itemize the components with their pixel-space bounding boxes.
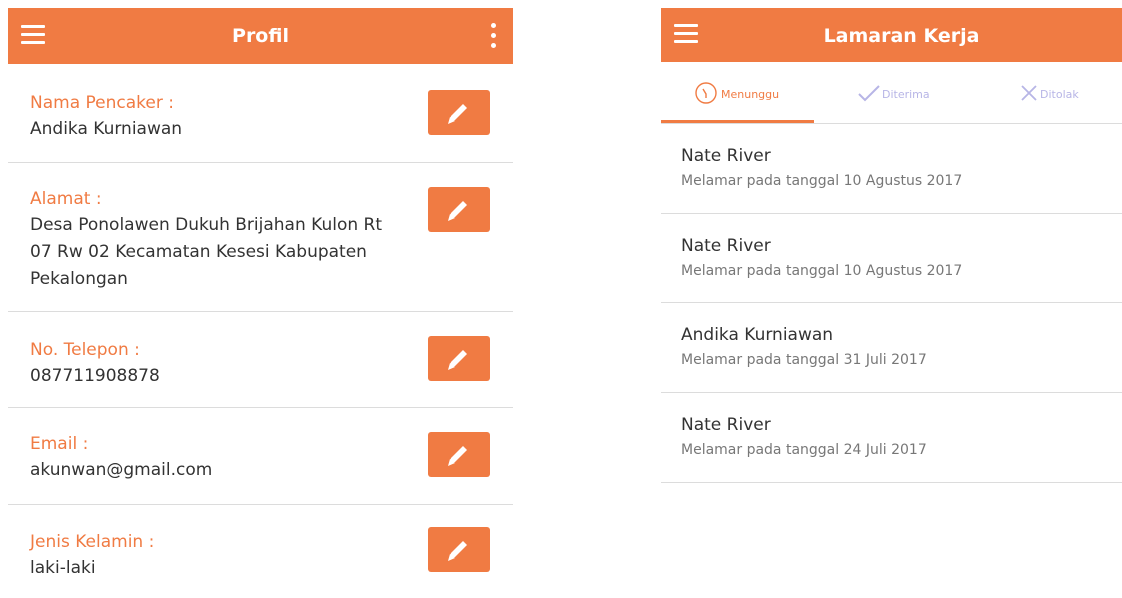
applied-date: Melamar pada tanggal 10 Agustus 2017 [681, 263, 963, 279]
field-label: Nama Pencaker : [30, 93, 174, 113]
clock-icon [695, 82, 717, 104]
profile-screen: Profil Nama Pencaker : Andika Kurniawan … [8, 0, 513, 598]
field-label: Jenis Kelamin : [30, 532, 155, 552]
field-value: laki-laki [30, 558, 96, 578]
field-value: akunwan@gmail.com [30, 460, 213, 480]
applied-date: Melamar pada tanggal 31 Juli 2017 [681, 352, 927, 368]
field-alamat: Alamat : Desa Ponolawen Dukuh Brijahan K… [8, 163, 513, 312]
applications-app-bar: Lamaran Kerja [661, 8, 1122, 62]
pencil-icon [448, 446, 467, 466]
field-value: Andika Kurniawan [30, 119, 183, 139]
field-nama-pencaker: Nama Pencaker : Andika Kurniawan [8, 64, 513, 163]
field-label: Alamat : [30, 189, 102, 209]
field-email: Email : akunwan@gmail.com [8, 408, 513, 505]
field-label: No. Telepon : [30, 340, 140, 360]
applied-date: Melamar pada tanggal 10 Agustus 2017 [681, 173, 963, 189]
tab-diterima[interactable]: Diterima [851, 62, 1004, 123]
edit-button[interactable] [428, 527, 490, 572]
field-telepon: No. Telepon : 087711908878 [8, 312, 513, 408]
applied-date: Melamar pada tanggal 24 Juli 2017 [681, 442, 927, 458]
list-item[interactable]: Nate River Melamar pada tanggal 10 Agust… [661, 124, 1122, 214]
tab-label: Ditolak [1040, 88, 1079, 101]
applicant-name: Nate River [681, 415, 771, 435]
applicant-name: Nate River [681, 236, 771, 256]
edit-button[interactable] [428, 90, 490, 135]
page-title: Lamaran Kerja [823, 25, 980, 47]
edit-button[interactable] [428, 336, 490, 381]
list-item[interactable]: Nate River Melamar pada tanggal 24 Juli … [661, 393, 1122, 483]
field-jenis-kelamin: Jenis Kelamin : laki-laki [8, 505, 513, 595]
pencil-icon [448, 350, 467, 370]
pencil-icon [448, 541, 467, 561]
applicant-name: Nate River [681, 146, 771, 166]
list-item[interactable]: Andika Kurniawan Melamar pada tanggal 31… [661, 303, 1122, 393]
field-label: Email : [30, 434, 89, 454]
applicant-name: Andika Kurniawan [681, 325, 834, 345]
status-tabs: Menunggu Diterima Ditolak [661, 62, 1122, 124]
page-title: Profil [232, 25, 289, 47]
edit-button[interactable] [428, 187, 490, 232]
tab-menunggu[interactable]: Menunggu [661, 62, 814, 123]
tab-ditolak[interactable]: Ditolak [1016, 62, 1122, 123]
field-value: 087711908878 [30, 366, 160, 386]
check-icon [858, 85, 880, 102]
more-options-icon[interactable] [491, 23, 497, 50]
field-value: Desa Ponolawen Dukuh Brijahan Kulon Rt 0… [30, 215, 383, 289]
pencil-icon [448, 104, 467, 124]
tab-label: Menunggu [721, 88, 780, 101]
edit-button[interactable] [428, 432, 490, 477]
applications-screen: Lamaran Kerja Menunggu Diterima Ditolak … [661, 0, 1122, 598]
x-icon [1021, 85, 1037, 101]
tab-label: Diterima [882, 88, 930, 101]
profile-app-bar: Profil [8, 8, 513, 64]
list-item[interactable]: Nate River Melamar pada tanggal 10 Agust… [661, 214, 1122, 303]
pencil-icon [448, 201, 467, 221]
